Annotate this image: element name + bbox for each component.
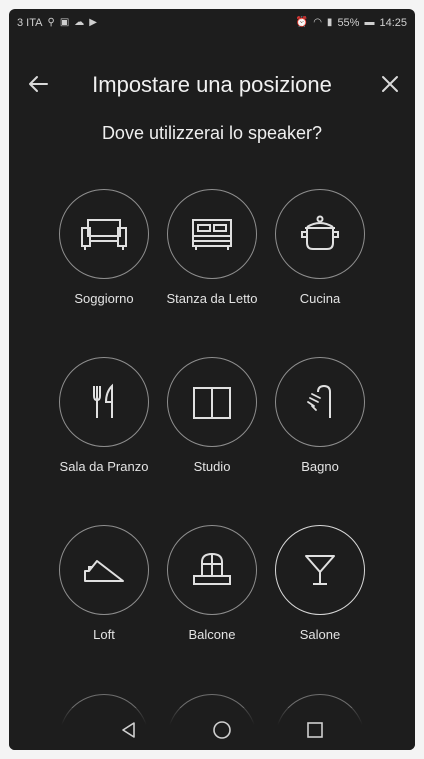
battery-percent: 55%	[337, 17, 360, 29]
close-icon	[382, 76, 398, 92]
alarm-icon: ⏰	[295, 17, 309, 28]
sofa-icon	[81, 219, 127, 250]
close-button[interactable]	[375, 69, 405, 99]
location-label: Cucina	[299, 291, 341, 306]
triangle-back-icon	[122, 722, 135, 738]
status-left: 3 ITA ⚲ ▣ ☁ ▶	[17, 17, 97, 29]
status-bar: 3 ITA ⚲ ▣ ☁ ▶ ⏰ ◠ ▮ 55% ▬ 14:25	[9, 9, 415, 37]
usb-icon: ⚲	[47, 17, 55, 28]
pot-icon	[301, 215, 339, 250]
circle-home-icon	[213, 721, 231, 739]
location-circle	[167, 189, 257, 279]
page-title: Impostare una posizione	[92, 72, 332, 97]
nav-recents-button[interactable]	[301, 716, 329, 744]
header: Impostare una posizione	[9, 64, 415, 108]
shower-icon	[307, 384, 331, 418]
location-cucina[interactable]: Cucina	[260, 189, 380, 306]
location-soggiorno[interactable]: Soggiorno	[44, 189, 164, 306]
notification-icon: ▣	[59, 17, 70, 28]
wifi-icon: ◠	[313, 17, 322, 28]
location-balcone[interactable]: Balcone	[152, 525, 272, 642]
location-circle	[275, 525, 365, 615]
location-label: Salone	[299, 627, 341, 642]
location-circle	[167, 525, 257, 615]
location-studio[interactable]: Studio	[152, 357, 272, 474]
arrow-left-icon	[29, 76, 48, 92]
system-nav-bar	[9, 708, 415, 750]
nav-home-button[interactable]	[208, 716, 236, 744]
square-recents-icon	[307, 722, 323, 738]
location-circle	[275, 189, 365, 279]
location-label: Stanza da Letto	[166, 291, 258, 306]
clock: 14:25	[379, 17, 407, 29]
location-label: Sala da Pranzo	[59, 459, 149, 474]
location-salone[interactable]: Salone	[260, 525, 380, 642]
back-button[interactable]	[23, 69, 53, 99]
play-icon: ▶	[89, 17, 97, 28]
location-stanza-da-letto[interactable]: Stanza da Letto	[152, 189, 272, 306]
location-label: Loft	[93, 627, 115, 642]
location-circle	[167, 357, 257, 447]
bed-icon	[192, 219, 232, 250]
loft-icon	[84, 560, 124, 582]
nav-back-button[interactable]	[115, 716, 143, 744]
status-right: ⏰ ◠ ▮ 55% ▬ 14:25	[296, 17, 407, 29]
location-bagno[interactable]: Bagno	[260, 357, 380, 474]
carrier-label: 3 ITA	[17, 17, 43, 29]
location-label: Studio	[193, 459, 231, 474]
question-text: Dove utilizzerai lo speaker?	[101, 123, 323, 143]
signal-icon: ▮	[326, 17, 333, 28]
location-label: Bagno	[301, 459, 339, 474]
cloud-icon: ☁	[74, 17, 85, 28]
fork-knife-icon	[93, 383, 113, 418]
balcony-icon	[193, 552, 231, 585]
location-circle	[275, 357, 365, 447]
location-circle	[59, 525, 149, 615]
location-circle	[59, 189, 149, 279]
location-label: Soggiorno	[74, 291, 134, 306]
location-label: Balcone	[188, 627, 236, 642]
book-icon	[193, 387, 231, 419]
location-sala-da-pranzo[interactable]: Sala da Pranzo	[44, 357, 164, 474]
location-circle	[59, 357, 149, 447]
cocktail-icon	[305, 555, 335, 585]
phone-screen: 3 ITA ⚲ ▣ ☁ ▶ ⏰ ◠ ▮ 55% ▬ 14:25 Impostar…	[9, 9, 415, 750]
location-loft[interactable]: Loft	[44, 525, 164, 642]
battery-icon: ▬	[364, 17, 375, 28]
